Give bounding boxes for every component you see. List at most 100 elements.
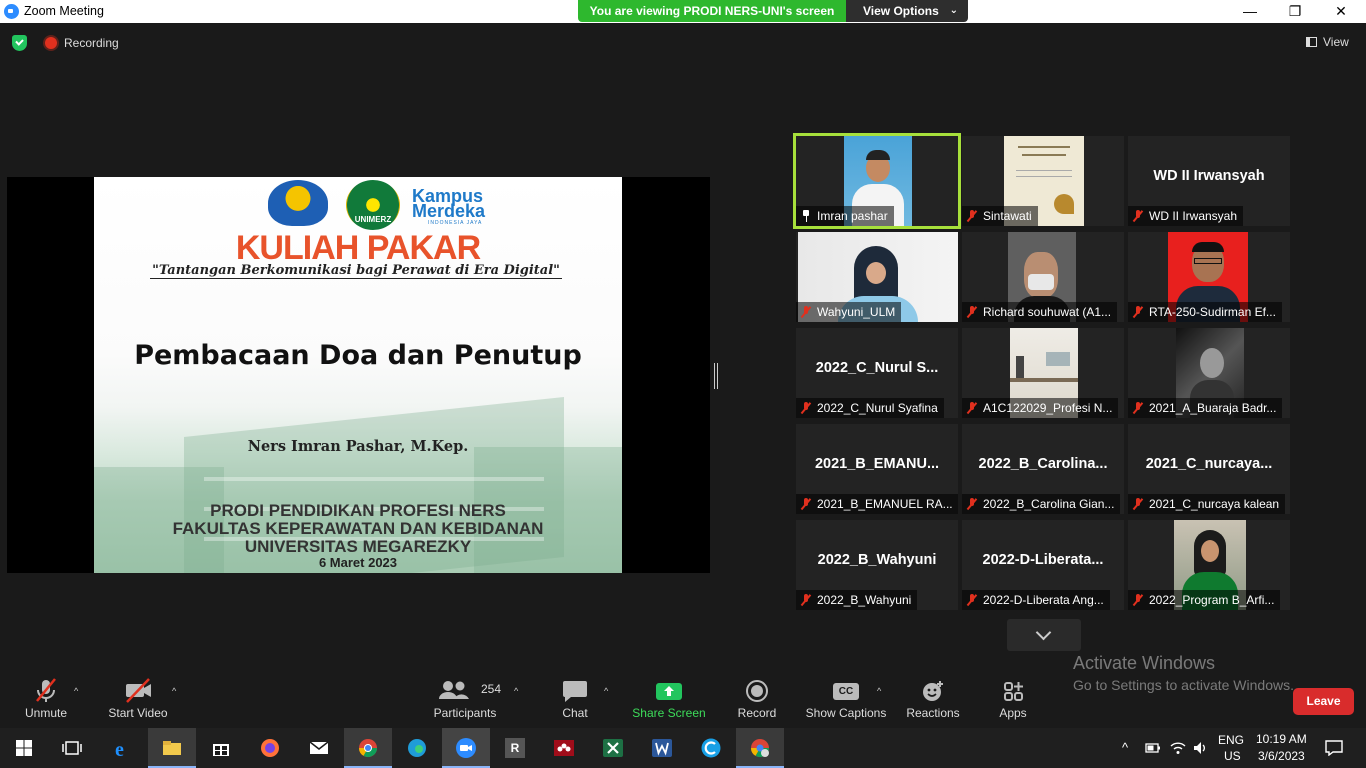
recording-dot-icon	[45, 37, 57, 49]
apps-label: Apps	[999, 706, 1027, 720]
taskbar-chrome-profile[interactable]	[736, 728, 784, 768]
slide-institution-line-1: PRODI PENDIDIKAN PROFESI NERS	[210, 501, 506, 520]
participant-tile[interactable]: 2021_C_nurcaya... 2021_C_nurcaya kalean	[1128, 424, 1290, 514]
participant-tile[interactable]: Richard souhuwat (A1...	[962, 232, 1124, 322]
taskbar-firefox[interactable]	[246, 728, 294, 768]
cc-icon-text: CC	[833, 683, 859, 700]
participants-button[interactable]: 254 Participants	[430, 676, 501, 726]
activate-windows-subtitle: Go to Settings to activate Windows.	[1073, 677, 1294, 693]
participant-tile[interactable]: 2022_B_Carolina... 2022_B_Carolina Gian..…	[962, 424, 1124, 514]
taskbar-edge[interactable]	[393, 728, 441, 768]
view-button[interactable]: View	[1306, 35, 1349, 49]
share-screen-button[interactable]: Share Screen	[630, 676, 708, 726]
chat-options-caret[interactable]: ^	[604, 686, 608, 696]
participant-tile[interactable]: 2022_Program B_Arfi...	[1128, 520, 1290, 610]
participant-name-display: 2022_B_Wahyuni	[817, 552, 937, 568]
participant-name: Wahyuni_ULM	[817, 305, 896, 319]
taskbar-word[interactable]	[638, 728, 686, 768]
participant-name-display: 2021_C_nurcaya...	[1145, 456, 1273, 472]
clock-date[interactable]: 3/6/2023	[1258, 749, 1305, 763]
taskbar-store[interactable]	[197, 728, 245, 768]
closed-captions-icon: CC	[804, 676, 888, 706]
participant-tile[interactable]: 2022-D-Liberata... 2022-D-Liberata Ang...	[962, 520, 1124, 610]
captions-options-caret[interactable]: ^	[877, 686, 881, 696]
title-bar: Zoom Meeting You are viewing PRODI NERS-…	[0, 0, 1366, 23]
participant-name-label: Imran pashar	[796, 206, 894, 226]
wifi-icon[interactable]	[1169, 740, 1187, 756]
zoom-logo-icon	[4, 4, 19, 19]
participant-tile[interactable]: 2021_A_Buaraja Badr...	[1128, 328, 1290, 418]
microphone-muted-icon	[16, 676, 76, 706]
task-view-button[interactable]	[48, 728, 96, 768]
show-hidden-icons-chevron[interactable]: ^	[1122, 740, 1128, 755]
presentation-slide: UNIMERZ Kampus Merdeka INDONESIA JAYA KU…	[94, 177, 622, 573]
svg-text:e: e	[115, 739, 124, 758]
audio-options-caret[interactable]: ^	[74, 686, 78, 696]
input-language[interactable]: ENG	[1218, 733, 1244, 747]
panel-resize-handle[interactable]	[714, 363, 718, 389]
participant-tile[interactable]: 2021_B_EMANU... 2021_B_EMANUEL RA...	[796, 424, 958, 514]
share-screen-icon	[630, 676, 708, 706]
record-button[interactable]: Record	[734, 676, 780, 726]
participant-tile[interactable]: Wahyuni_ULM	[796, 232, 958, 322]
participant-tile[interactable]: 2022_B_Wahyuni 2022_B_Wahyuni	[796, 520, 958, 610]
show-captions-button[interactable]: CC Show Captions	[804, 676, 888, 726]
participant-tile[interactable]: WD II Irwansyah WD II Irwansyah	[1128, 136, 1290, 226]
start-video-button[interactable]: Start Video	[104, 676, 172, 726]
taskbar-cortana-app[interactable]	[687, 728, 735, 768]
battery-icon[interactable]	[1145, 742, 1161, 754]
volume-icon[interactable]	[1192, 740, 1208, 756]
participant-name-label: A1C122029_Profesi N...	[962, 398, 1119, 418]
participant-tile[interactable]: 2022_C_Nurul S... 2022_C_Nurul Syafina	[796, 328, 958, 418]
taskbar-mail[interactable]	[295, 728, 343, 768]
reactions-button[interactable]: Reactions	[904, 676, 962, 726]
chat-button[interactable]: Chat	[555, 676, 595, 726]
slide-subtitle: "Tantangan Berkomunikasi bagi Perawat di…	[150, 263, 562, 279]
view-options-button[interactable]: View Options ⌄	[846, 0, 968, 22]
microphone-muted-icon	[801, 402, 811, 414]
shield-icon[interactable]	[12, 35, 27, 51]
participant-name: 2021_B_EMANUEL RA...	[817, 497, 953, 511]
participant-tile[interactable]: Imran pashar	[793, 133, 961, 229]
edge-icon	[408, 739, 426, 757]
unmute-button[interactable]: Unmute	[16, 676, 76, 726]
screen-share-banner: You are viewing PRODI NERS-UNI's screen …	[578, 0, 968, 22]
participant-name-display: 2022_B_Carolina...	[978, 456, 1108, 472]
video-options-caret[interactable]: ^	[172, 686, 176, 696]
minimize-button[interactable]: —	[1227, 0, 1273, 23]
participant-name: RTA-250-Sudirman Ef...	[1149, 305, 1276, 319]
participant-name: WD II Irwansyah	[1149, 209, 1238, 223]
chat-label: Chat	[562, 706, 588, 720]
participants-options-caret[interactable]: ^	[514, 686, 518, 696]
taskbar-mendeley[interactable]	[540, 728, 588, 768]
window-title: Zoom Meeting	[24, 4, 104, 18]
store-bag-icon	[213, 744, 229, 756]
taskbar-internet-explorer[interactable]: e	[99, 728, 147, 768]
participant-name: Sintawati	[983, 209, 1032, 223]
chat-bubble-icon	[555, 676, 595, 706]
slide-institution-line-2: FAKULTAS KEPERAWATAN DAN KEBIDANAN	[172, 519, 544, 538]
taskbar-chrome[interactable]	[344, 728, 392, 768]
participant-name-label: 2021_C_nurcaya kalean	[1128, 494, 1286, 514]
taskbar-excel[interactable]	[589, 728, 637, 768]
input-region[interactable]: US	[1224, 749, 1241, 763]
participants-icon: 254	[430, 676, 501, 706]
internet-explorer-icon: e	[115, 739, 124, 758]
gallery-next-page-button[interactable]	[1007, 619, 1081, 651]
notification-center-icon[interactable]	[1325, 740, 1343, 756]
apps-button[interactable]: Apps	[992, 676, 1034, 726]
participants-label: Participants	[433, 706, 497, 720]
reactions-label: Reactions	[906, 706, 960, 720]
close-button[interactable]: ✕	[1318, 0, 1364, 23]
taskbar-r-app[interactable]: R	[491, 728, 539, 768]
taskbar-file-explorer[interactable]	[148, 728, 196, 768]
participant-tile[interactable]: Sintawati	[962, 136, 1124, 226]
zoom-app-icon	[456, 738, 476, 758]
taskbar-zoom[interactable]	[442, 728, 490, 768]
restore-button[interactable]: ❐	[1272, 0, 1318, 23]
leave-button[interactable]: Leave	[1293, 688, 1354, 715]
participant-tile[interactable]: A1C122029_Profesi N...	[962, 328, 1124, 418]
clock-time[interactable]: 10:19 AM	[1256, 732, 1307, 746]
participant-tile[interactable]: RTA-250-Sudirman Ef...	[1128, 232, 1290, 322]
start-button[interactable]	[0, 728, 48, 768]
